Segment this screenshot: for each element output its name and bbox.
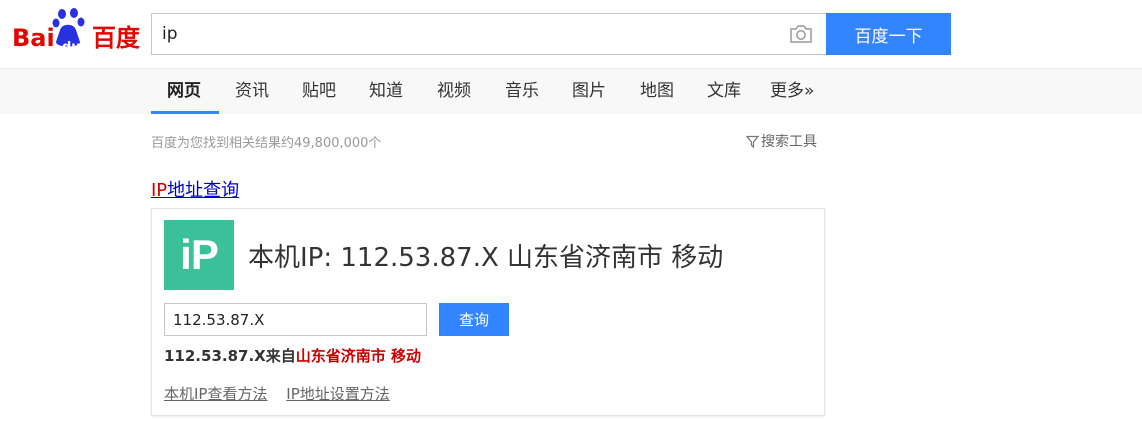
tab-zhidao[interactable]: 知道 xyxy=(369,69,403,115)
tab-video[interactable]: 视频 xyxy=(437,69,471,115)
camera-icon[interactable] xyxy=(788,23,814,45)
tab-webpage[interactable]: 网页 xyxy=(167,69,201,115)
tab-more[interactable]: 更多» xyxy=(770,69,814,115)
search-tools-button[interactable]: 搜索工具 xyxy=(745,131,817,151)
ip-query-result: 112.53.87.X来自山东省济南市 移动 xyxy=(164,345,421,366)
logo-text-chinese: 百度 xyxy=(92,24,140,52)
tab-wenku[interactable]: 文库 xyxy=(707,69,741,115)
ip-query-input[interactable] xyxy=(164,303,427,336)
result-title-text: 地址查询 xyxy=(167,180,240,201)
tab-images[interactable]: 图片 xyxy=(572,69,606,115)
search-button[interactable]: 百度一下 xyxy=(826,13,951,55)
tab-tieba[interactable]: 贴吧 xyxy=(302,69,336,115)
ip-lookup-card: iP 本机IP: 112.53.87.X 山东省济南市 移动 查询 112.53… xyxy=(151,208,825,416)
result-count: 百度为您找到相关结果约49,800,000个 xyxy=(151,136,382,151)
local-ip-headline: 本机IP: 112.53.87.X 山东省济南市 移动 xyxy=(248,243,724,273)
logo-text-du: du xyxy=(62,40,81,55)
ip-result-location: 山东省济南市 移动 xyxy=(295,347,421,365)
filter-icon xyxy=(745,135,760,149)
result-title-link[interactable]: IP地址查询 xyxy=(151,176,239,202)
help-links: 本机IP查看方法 IP地址设置方法 xyxy=(164,383,404,404)
search-box xyxy=(151,13,827,55)
search-tabs: 网页 资讯 贴吧 知道 视频 音乐 图片 地图 文库 更多» xyxy=(0,68,1142,114)
search-tools-label: 搜索工具 xyxy=(761,134,817,150)
result-title-highlight: IP xyxy=(151,180,168,201)
ip-logo-icon: iP xyxy=(164,220,234,290)
tab-music[interactable]: 音乐 xyxy=(505,69,539,115)
tab-maps[interactable]: 地图 xyxy=(640,69,674,115)
ip-result-address: 112.53.87.X来自 xyxy=(164,347,296,365)
ip-query-button[interactable]: 查询 xyxy=(439,303,509,336)
local-ip-howto-link[interactable]: 本机IP查看方法 xyxy=(164,385,267,403)
search-input[interactable] xyxy=(162,14,762,54)
tab-news[interactable]: 资讯 xyxy=(235,69,269,115)
header: Bai du 百度 百度一下 xyxy=(0,0,1142,68)
logo-text-bai: Bai xyxy=(12,24,55,52)
ip-settings-howto-link[interactable]: IP地址设置方法 xyxy=(286,385,389,403)
active-tab-indicator xyxy=(151,111,219,114)
baidu-logo[interactable]: Bai du 百度 xyxy=(12,8,142,55)
